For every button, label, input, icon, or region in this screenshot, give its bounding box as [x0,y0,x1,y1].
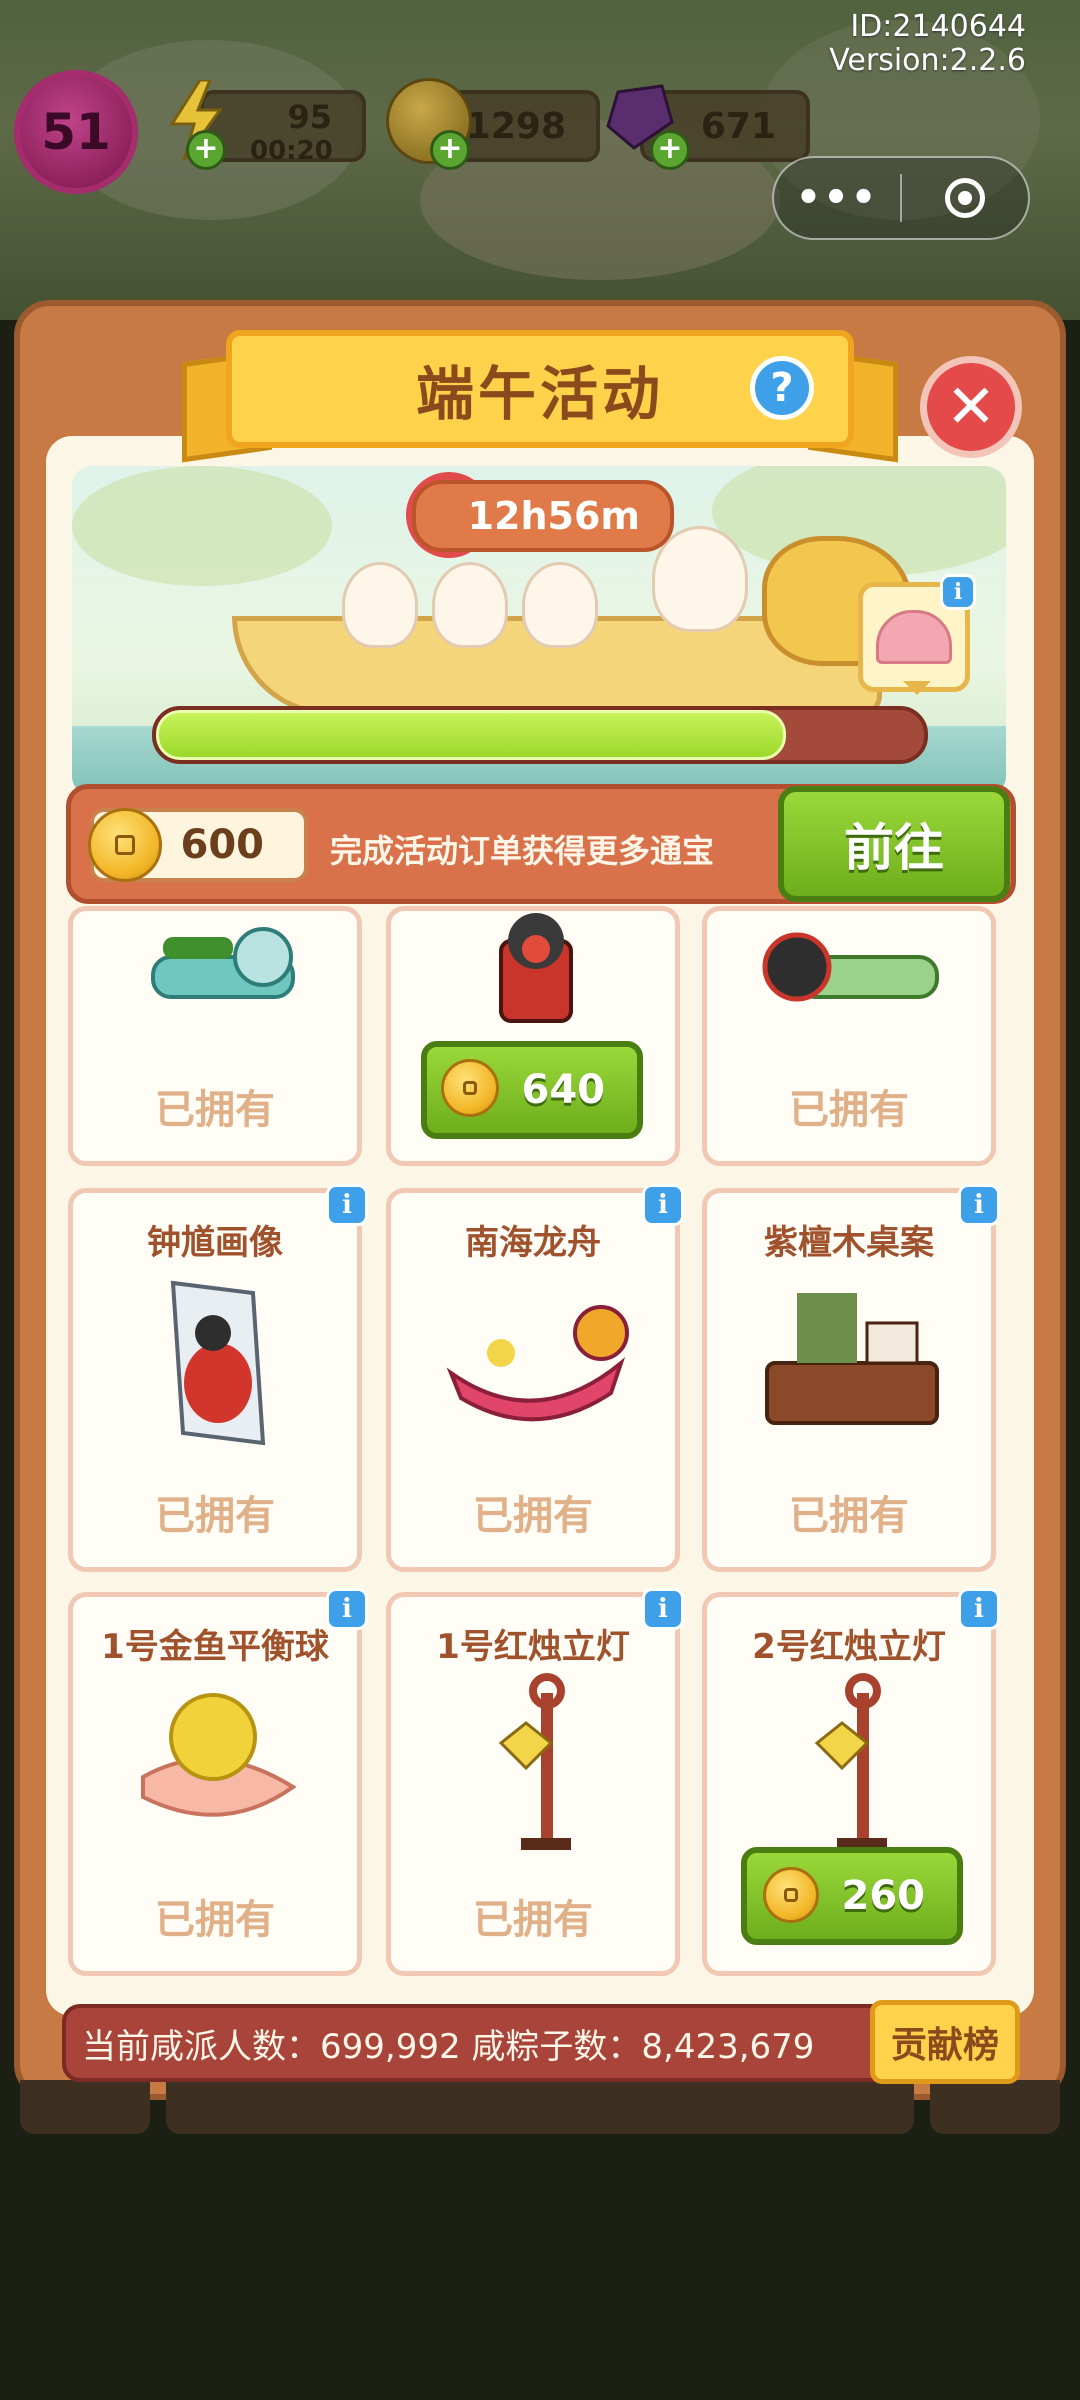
item-card[interactable]: 已拥有 [68,906,362,1166]
more-menu-button[interactable]: ••• [774,158,900,238]
black-dragon-boat-art [757,917,947,1027]
item-status: 已拥有 [789,1087,909,1133]
event-stats-text: 当前咸派人数：699,992 咸粽子数：8,423,679 [82,2026,815,2067]
coin-balance: 600 [180,822,265,868]
add-energy-button[interactable]: + [186,130,226,170]
go-button[interactable]: 前往 [778,786,1010,902]
item-card[interactable]: 南海龙舟 已拥有 [386,1188,680,1572]
event-progress-bar [152,706,928,764]
goldfish-ball-art [133,1677,303,1837]
item-info-icon[interactable]: i [958,1184,1000,1226]
item-card[interactable]: 640 [386,906,680,1166]
red-candle-lamp-art [807,1673,897,1853]
question-icon: ? [770,365,794,411]
rosewood-desk-art [757,1273,947,1443]
item-card[interactable]: 钟馗画像 已拥有 [68,1188,362,1572]
event-progress-fill [156,710,786,760]
contribution-ranking-button[interactable]: 贡献榜 [870,2000,1020,2084]
go-button-label: 前往 [844,819,944,877]
south-sea-dragon-boat-art [441,1283,631,1433]
item-status: 已拥有 [789,1493,909,1539]
gem-value: 671 [700,105,776,147]
item-status: 已拥有 [155,1897,275,1943]
item-name: 1号金鱼平衡球 [101,1627,329,1667]
item-name: 紫檀木桌案 [764,1223,934,1263]
add-coins-button[interactable]: + [430,130,470,170]
item-card[interactable]: 1号红烛立灯 已拥有 [386,1592,680,1976]
ranking-label: 贡献榜 [890,2025,999,2066]
item-info-icon[interactable]: i [642,1184,684,1226]
more-dots-icon: ••• [795,175,879,221]
item-info-icon[interactable]: i [958,1588,1000,1630]
item-price: 640 [521,1067,606,1113]
zhongkui-statue-art [471,911,601,1031]
modal-foot-left [20,2080,150,2134]
tongbao-coin-icon [88,808,162,882]
add-gems-button[interactable]: + [650,130,690,170]
version-text: Version:2.2.6 [829,43,1026,78]
exit-miniprogram-button[interactable] [902,158,1028,238]
tongbao-coin-icon [441,1059,499,1117]
item-info-icon[interactable]: i [642,1588,684,1630]
item-name: 钟馗画像 [147,1223,283,1263]
reward-info-icon[interactable]: i [940,574,976,610]
item-price: 260 [841,1873,926,1919]
item-name: 1号红烛立灯 [436,1627,630,1667]
event-timer: 12h56m [412,480,674,552]
item-status: 已拥有 [155,1087,275,1133]
close-button[interactable]: ✕ [920,356,1022,458]
item-card[interactable]: 1号金鱼平衡球 已拥有 [68,1592,362,1976]
level-badge[interactable]: 51 [14,70,138,194]
rower [522,562,598,648]
rower [342,562,418,648]
dragon-boat-art [143,917,303,1017]
item-status: 已拥有 [155,1493,275,1539]
rower [432,562,508,648]
zhongkui-portrait-art [163,1273,273,1453]
close-icon: ✕ [945,372,997,442]
target-icon [944,178,985,218]
item-card[interactable]: 紫檀木桌案 已拥有 [702,1188,996,1572]
item-info-icon[interactable]: i [326,1184,368,1226]
item-name: 2号红烛立灯 [752,1627,946,1667]
item-status: 已拥有 [473,1897,593,1943]
player-id: ID:2140644 [850,9,1026,44]
modal-title: 端午活动 [415,360,664,428]
item-card[interactable]: 已拥有 [702,906,996,1166]
item-card[interactable]: 2号红烛立灯 260 [702,1592,996,1976]
item-name: 南海龙舟 [465,1223,601,1263]
event-timer-text: 12h56m [467,494,640,538]
modal-foot-center [166,2080,914,2134]
item-status: 已拥有 [473,1493,593,1539]
energy-timer: 00:20 [250,136,333,166]
bridge-reward-icon [876,610,952,664]
help-button[interactable]: ? [750,356,814,420]
task-hint: 完成活动订单获得更多通宝 [330,832,715,870]
item-info-icon[interactable]: i [326,1588,368,1630]
tongbao-coin-icon [763,1867,819,1923]
level-number: 51 [41,103,111,161]
miniprogram-capsule: ••• [772,156,1030,240]
red-candle-lamp-art [491,1673,581,1853]
modal-foot-right [930,2080,1060,2134]
coin-value: 1298 [465,105,566,147]
build-info: ID:2140644 Version:2.2.6 [829,10,1026,78]
energy-value: 95 [287,98,332,136]
